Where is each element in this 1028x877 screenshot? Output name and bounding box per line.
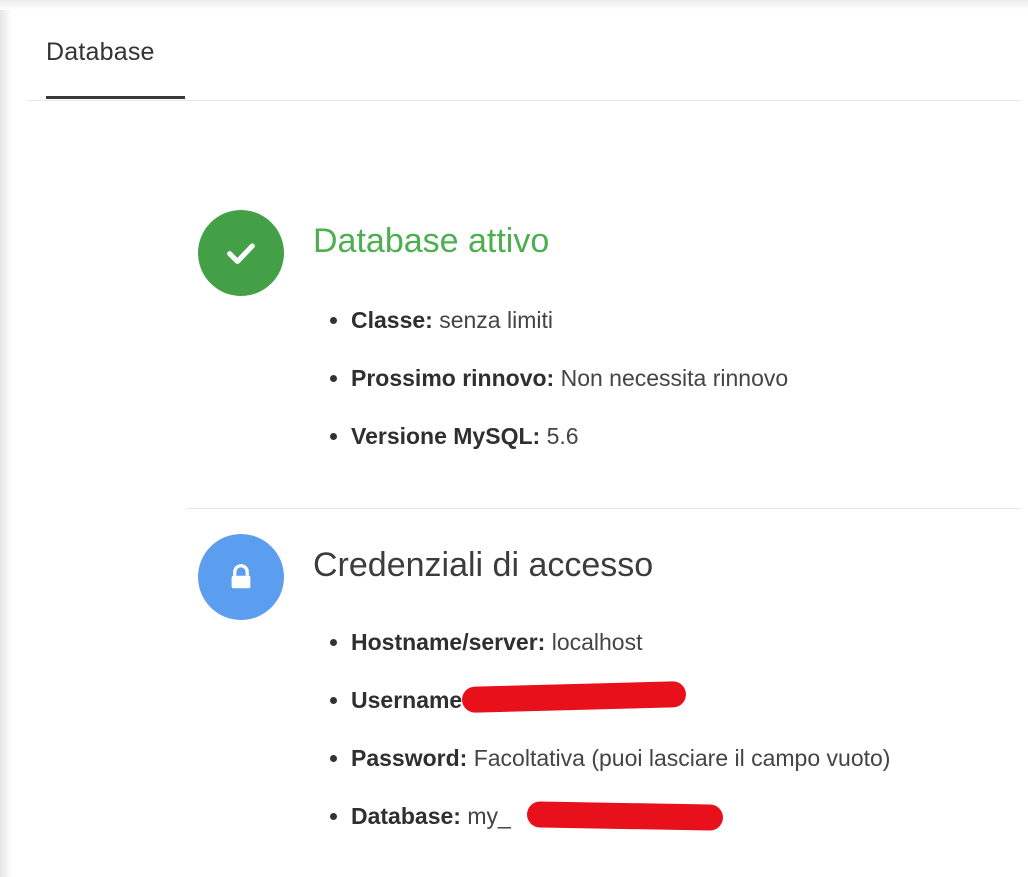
active-tab-indicator [46,96,185,99]
tab-bar: Database [28,0,1020,101]
credential-label: Username [351,687,463,713]
credential-label: Database: [351,803,461,829]
credential-label: Hostname/server: [351,629,546,655]
check-icon [227,243,255,265]
list-item: Prossimo rinnovo: Non necessita rinnovo [351,358,788,416]
tab-database[interactable]: Database [46,38,155,67]
credential-value: my_ [467,803,511,829]
credential-label: Password: [351,745,468,771]
credential-value: Facoltativa (puoi lasciare il campo vuot… [473,745,891,771]
database-panel: Database Database attivo Classe: senza l… [0,0,1028,877]
detail-value: senza limiti [439,307,553,333]
detail-value: Non necessita rinnovo [560,365,789,391]
credentials-badge [198,534,284,620]
list-item: Classe: senza limiti [351,300,788,358]
credentials-title: Credenziali di accesso [313,546,654,584]
detail-label: Versione MySQL: [351,423,541,449]
detail-value: 5.6 [546,423,579,449]
list-item: Hostname/server: localhost [351,622,890,680]
status-badge [198,210,284,296]
lock-icon [231,564,251,589]
credential-value: localhost [551,629,643,655]
section-divider [186,508,1020,509]
detail-label: Classe: [351,307,433,333]
status-title: Database attivo [313,222,550,260]
status-details-list: Classe: senza limiti Prossimo rinnovo: N… [313,300,788,474]
detail-label: Prossimo rinnovo: [351,365,555,391]
list-item: Password: Facoltativa (puoi lasciare il … [351,738,890,796]
redaction-mark-database [526,801,724,831]
list-item: Versione MySQL: 5.6 [351,416,788,474]
